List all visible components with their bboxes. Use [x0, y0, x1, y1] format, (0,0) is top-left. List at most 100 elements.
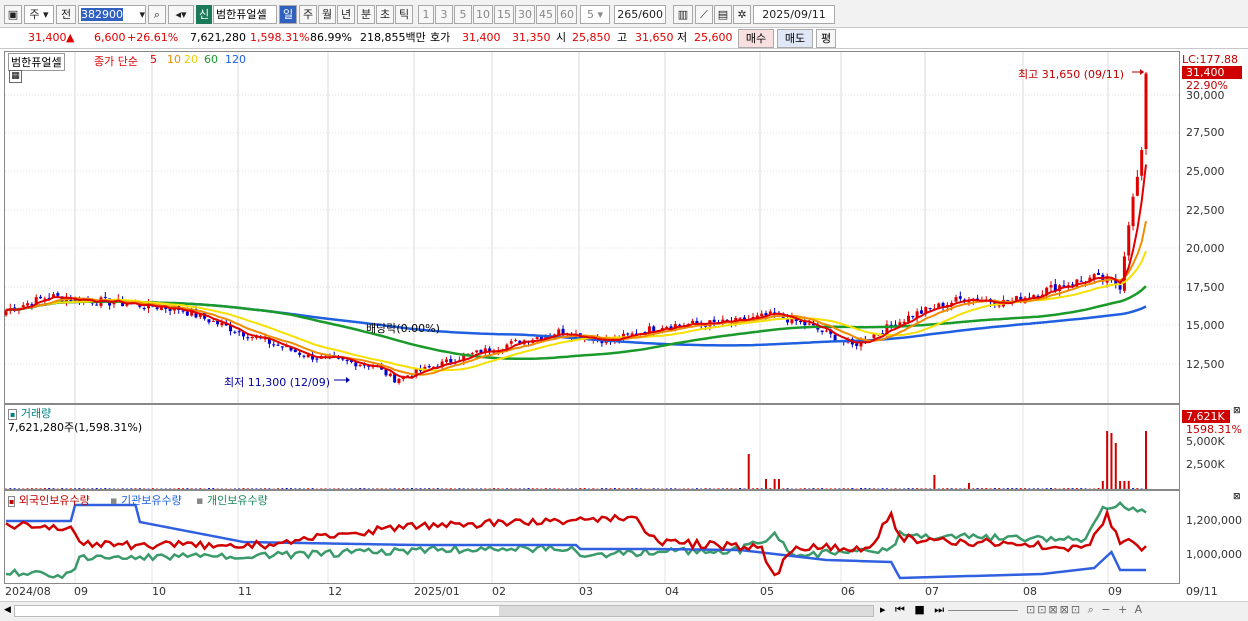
scroll-left-icon[interactable]: ◀ [4, 605, 11, 615]
indiv-legend-text: 개인보유수량 [206, 494, 268, 507]
volume-bar [125, 488, 128, 489]
volume-bar [894, 488, 897, 489]
volume-bar [609, 488, 612, 489]
x-tick: 05 [760, 585, 774, 598]
volume-bar [885, 488, 888, 489]
candle-body [557, 329, 561, 335]
volume-bar [834, 488, 837, 489]
volume-bar [277, 488, 280, 489]
ma10-label: 10 [167, 53, 181, 66]
close-icon[interactable]: ⊠ [1233, 492, 1241, 502]
volume-bar [687, 488, 690, 489]
volume-bar [1123, 481, 1126, 489]
candle-body [1127, 225, 1131, 256]
inst-legend: ▪ 기관보유수량 [110, 494, 182, 507]
foreign-line [5, 508, 1147, 577]
volume-bar [182, 488, 185, 489]
volume-bar [579, 488, 582, 489]
volume-bar [872, 488, 875, 489]
candle-body [928, 308, 932, 310]
volume-bar [993, 488, 996, 489]
volume-bar [510, 488, 513, 489]
x-tick: 09 [74, 585, 88, 598]
volume-bar [613, 488, 616, 489]
volume-bar [605, 488, 608, 489]
volume-bar [769, 488, 772, 489]
close-icon[interactable]: ⊠ [1233, 406, 1241, 416]
volume-bar [959, 488, 962, 489]
volume-bar [17, 488, 20, 489]
candle-body [21, 305, 25, 308]
candle-body [393, 374, 397, 383]
indiv-line [5, 500, 1147, 580]
volume-bar [583, 488, 586, 489]
indiv-legend: ▪ 개인보유수량 [196, 494, 268, 507]
volume-bar [410, 488, 413, 489]
candle-body [211, 320, 215, 322]
volume-bar [549, 488, 552, 489]
candle-body [958, 296, 962, 299]
volume-bar [989, 488, 992, 489]
volume-bar [864, 488, 867, 489]
volume-bar [842, 488, 845, 489]
tool-icons[interactable]: ⊡⊡⊠⊠⊡ ⌕ − + A [1026, 603, 1144, 617]
volume-bar [471, 488, 474, 489]
candle-body [514, 339, 518, 341]
volume-bar [393, 488, 396, 489]
dividend-note: 배당락(0.00%) [366, 322, 440, 335]
volume-bar [786, 488, 789, 489]
volume-bar [1084, 488, 1087, 489]
volume-bar [976, 488, 979, 489]
volume-bar [432, 488, 435, 489]
scrollbar-track[interactable] [14, 605, 874, 617]
volume-bar [972, 488, 975, 489]
scrollbar-thumb[interactable] [499, 606, 873, 616]
volume-bar [1062, 488, 1065, 489]
x-tick: 02 [492, 585, 506, 598]
candle-body [345, 360, 349, 362]
volume-bar [372, 488, 375, 489]
volume-bar [428, 488, 431, 489]
volume-bar [1080, 488, 1083, 489]
y-tick: 25,000 [1186, 165, 1225, 178]
candle-body [185, 311, 189, 316]
volume-bar [998, 488, 1001, 489]
candle-body [1014, 296, 1018, 301]
zoom-slider[interactable] [948, 610, 1018, 611]
candle-body [142, 308, 146, 310]
candle-body [1079, 280, 1083, 282]
volume-bar [739, 488, 742, 489]
volume-bar [821, 488, 824, 489]
candle-body [712, 319, 716, 322]
volume-bar [1028, 488, 1031, 489]
volume-bar [285, 488, 288, 489]
volume-bar [924, 488, 927, 489]
volume-bar [39, 488, 42, 489]
volume-bar [242, 488, 245, 489]
candle-body [388, 373, 392, 376]
candle-body [449, 358, 453, 363]
volume-bar [95, 488, 98, 489]
volume-bar [760, 488, 763, 489]
volume-bar [1075, 488, 1078, 489]
volume-bar [726, 488, 729, 489]
candle-body [1049, 285, 1053, 288]
pane-title: 범한퓨얼셀 [8, 53, 65, 71]
y-tick: 12,500 [1186, 358, 1225, 371]
volume-bar [631, 488, 634, 489]
x-tick: 11 [238, 585, 252, 598]
candle-body [233, 331, 237, 333]
grid-icon[interactable]: ▦ [9, 70, 22, 83]
y-tick: 2,500K [1186, 458, 1225, 471]
y-tick: 1,200,000 [1186, 514, 1242, 527]
playback-controls[interactable]: ▸ ⏮ ■ ⏭ [880, 603, 947, 617]
volume-bar [112, 488, 115, 489]
volume-bar [1050, 488, 1052, 489]
volume-bar [484, 488, 487, 489]
volume-bar [350, 488, 353, 489]
low-arrow-head [346, 377, 350, 383]
foreign-legend: ▪ 외국인보유수량 [8, 494, 90, 507]
candle-body [1135, 176, 1139, 196]
candle-body [280, 346, 284, 348]
volume-bar [104, 488, 107, 489]
